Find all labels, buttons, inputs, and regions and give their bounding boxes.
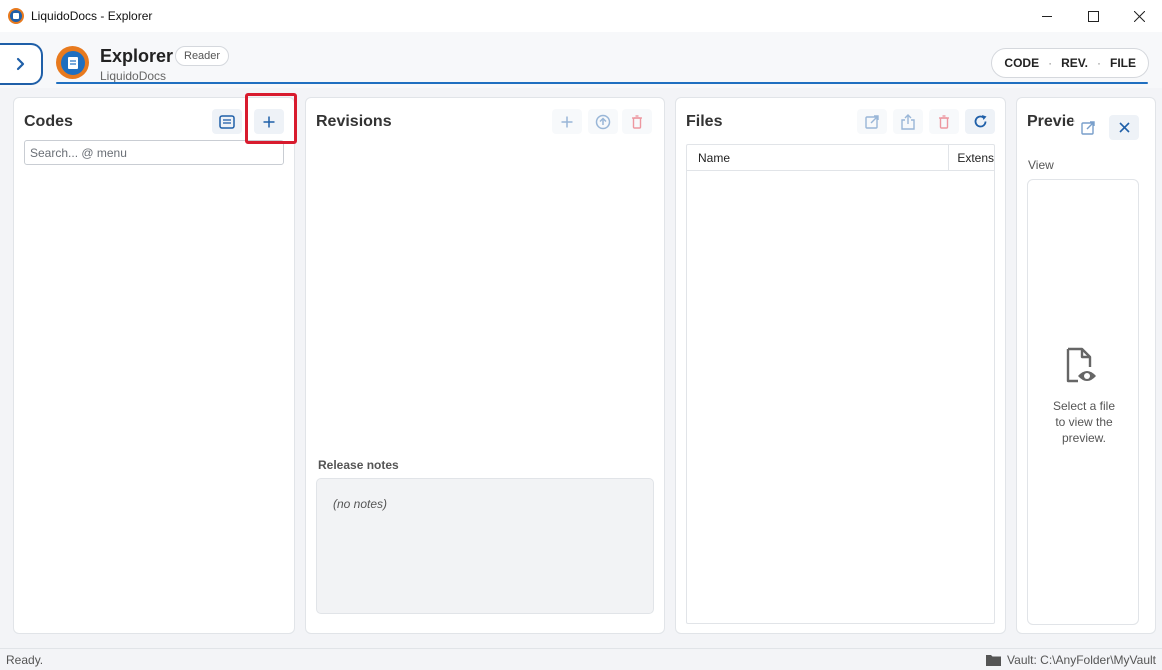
trash-icon	[632, 114, 642, 129]
files-table-header: Name Extens	[687, 145, 994, 171]
preview-panel-title: Previe	[1027, 113, 1076, 130]
vault-path: Vault: C:\AnyFolder\MyVault	[1007, 653, 1156, 667]
share-file-button[interactable]	[893, 109, 923, 134]
sidebar-toggle-button[interactable]	[0, 43, 43, 85]
app-icon	[8, 8, 24, 24]
file-eye-icon	[1066, 347, 1096, 383]
release-notes-text: (no notes)	[333, 497, 388, 511]
preview-view-label: View	[1028, 158, 1054, 172]
codes-search-input[interactable]	[24, 140, 284, 165]
column-header-name[interactable]: Name	[687, 145, 950, 170]
preview-area: Select a file to view the preview.	[1027, 179, 1139, 625]
refresh-files-button[interactable]	[965, 109, 995, 134]
files-panel-title: Files	[686, 113, 723, 130]
breadcrumb-item-code[interactable]: CODE	[1004, 56, 1039, 70]
header-divider	[56, 82, 1148, 84]
delete-file-button[interactable]	[929, 109, 959, 134]
role-badge: Reader	[175, 46, 230, 66]
close-preview-button[interactable]	[1109, 115, 1139, 140]
add-code-button[interactable]	[254, 109, 284, 134]
minimize-button[interactable]	[1024, 0, 1070, 32]
upload-icon	[595, 114, 611, 129]
close-window-button[interactable]	[1116, 0, 1162, 32]
breadcrumb-separator: ·	[1097, 56, 1101, 70]
window-title: LiquidoDocs - Explorer	[31, 9, 153, 23]
maximize-icon	[1087, 10, 1099, 22]
maximize-button[interactable]	[1070, 0, 1116, 32]
plus-icon	[561, 116, 573, 127]
delete-revision-button[interactable]	[622, 109, 652, 134]
document-icon	[67, 56, 78, 69]
upload-revision-button[interactable]	[588, 109, 618, 134]
app-header: Explorer Reader LiquidoDocs CODE · REV. …	[0, 32, 1162, 88]
plus-icon	[263, 116, 275, 127]
close-icon	[1133, 10, 1145, 22]
preview-empty-message: Select a file to view the preview.	[1052, 399, 1116, 445]
release-notes-box: (no notes)	[316, 478, 654, 614]
refresh-icon	[974, 115, 986, 128]
files-table: Name Extens	[686, 144, 995, 624]
open-external-icon	[865, 114, 879, 129]
minimize-icon	[1041, 15, 1052, 17]
open-file-button[interactable]	[857, 109, 887, 134]
vault-status: Vault: C:\AnyFolder\MyVault	[986, 653, 1156, 667]
list-icon	[219, 114, 235, 129]
share-icon	[901, 113, 915, 130]
revisions-panel-title: Revisions	[316, 113, 392, 130]
chevron-right-icon	[16, 57, 24, 71]
trash-icon	[939, 114, 949, 129]
codes-panel: Codes	[13, 97, 295, 634]
release-notes-label: Release notes	[318, 458, 399, 472]
breadcrumb: CODE · REV. · FILE	[991, 48, 1149, 78]
column-header-extension[interactable]: Extens	[949, 145, 994, 170]
breadcrumb-separator: ·	[1048, 56, 1053, 70]
breadcrumb-item-revision[interactable]: REV.	[1061, 56, 1088, 70]
open-external-icon	[1081, 120, 1095, 135]
app-logo	[56, 46, 89, 79]
codes-panel-title: Codes	[24, 113, 73, 130]
status-bar: Ready. Vault: C:\AnyFolder\MyVault	[0, 648, 1162, 670]
add-revision-button[interactable]	[552, 109, 582, 134]
list-view-button[interactable]	[212, 109, 242, 134]
breadcrumb-item-file[interactable]: FILE	[1110, 56, 1136, 70]
folder-icon	[986, 655, 1002, 666]
page-title: Explorer	[100, 46, 174, 66]
preview-panel: Previe View Select a file to view the pr…	[1016, 97, 1156, 634]
window-titlebar: LiquidoDocs - Explorer	[0, 0, 1162, 32]
open-preview-external-button[interactable]	[1073, 115, 1103, 140]
window-controls	[1024, 0, 1162, 32]
revisions-panel: Revisions Release notes (no notes)	[305, 97, 665, 634]
files-panel: Files Name Extens	[675, 97, 1006, 634]
page-subtitle: LiquidoDocs	[100, 69, 167, 83]
status-text: Ready.	[6, 653, 44, 667]
close-icon	[1118, 122, 1130, 133]
